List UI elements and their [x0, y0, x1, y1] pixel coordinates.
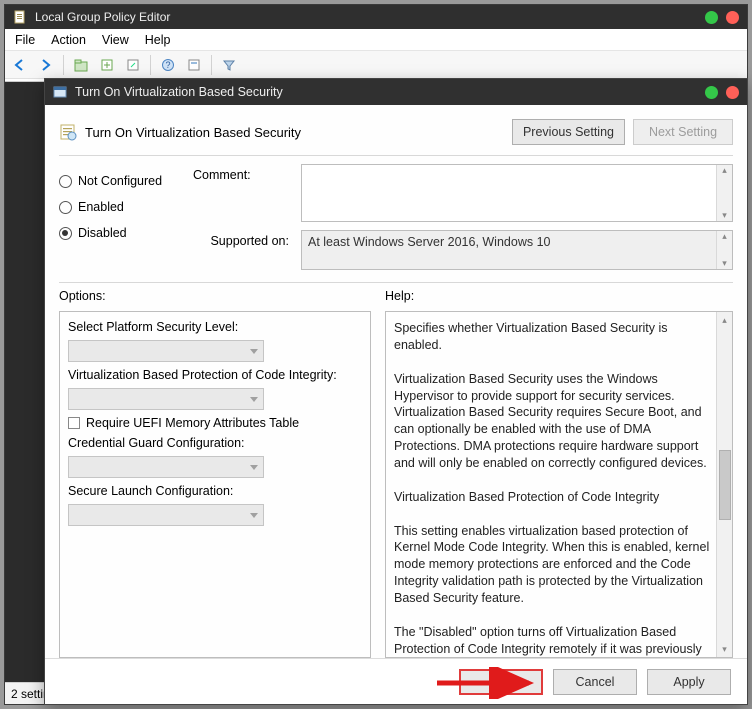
radio-not-configured[interactable]: Not Configured: [59, 168, 179, 194]
parent-toolbar: ?: [5, 51, 747, 79]
tool-refresh-icon[interactable]: [96, 54, 118, 76]
parent-menubar: File Action View Help: [5, 29, 747, 51]
tool-forward-icon[interactable]: [35, 54, 57, 76]
chevron-up-icon[interactable]: ▴: [722, 314, 727, 326]
radio-enabled-label: Enabled: [78, 200, 124, 214]
state-radiogroup: Not Configured Enabled Disabled: [59, 164, 179, 270]
parent-titlebar: Local Group Policy Editor: [5, 5, 747, 29]
opt-vbp-select[interactable]: [68, 388, 264, 410]
dialog-titlebar: Turn On Virtualization Based Security: [45, 79, 747, 105]
radio-enabled[interactable]: Enabled: [59, 194, 179, 220]
opt-credguard-label: Credential Guard Configuration:: [68, 436, 362, 450]
dialog-icon: [53, 85, 67, 99]
dialog-title: Turn On Virtualization Based Security: [75, 85, 283, 99]
supported-on-value: At least Windows Server 2016, Windows 10: [308, 235, 550, 249]
opt-vbp-label: Virtualization Based Protection of Code …: [68, 368, 362, 382]
opt-platform-select[interactable]: [68, 340, 264, 362]
scrollbar-thumb[interactable]: [719, 450, 731, 520]
help-p3: Virtualization Based Protection of Code …: [394, 489, 710, 506]
dialog-footer: OK Cancel Apply: [45, 658, 747, 704]
policy-dialog: Turn On Virtualization Based Security Tu…: [44, 78, 748, 705]
dialog-close-icon[interactable]: [726, 86, 739, 99]
radio-not-configured-label: Not Configured: [78, 174, 162, 188]
tool-help-icon[interactable]: ?: [157, 54, 179, 76]
svg-text:?: ?: [165, 60, 170, 70]
ok-button[interactable]: OK: [459, 669, 543, 695]
opt-uefi-checkbox[interactable]: Require UEFI Memory Attributes Table: [68, 416, 362, 430]
policy-heading-icon: [59, 123, 77, 141]
next-setting-button: Next Setting: [633, 119, 733, 145]
menu-file[interactable]: File: [15, 33, 35, 47]
cancel-button[interactable]: Cancel: [553, 669, 637, 695]
tool-export-icon[interactable]: [122, 54, 144, 76]
policy-heading: Turn On Virtualization Based Security: [85, 125, 301, 140]
opt-credguard-select[interactable]: [68, 456, 264, 478]
options-panel: Select Platform Security Level: Virtuali…: [59, 311, 371, 658]
chevron-down-icon[interactable]: ▾: [722, 643, 727, 655]
comment-scrollbar[interactable]: ▴▾: [716, 165, 732, 221]
help-p4: This setting enables virtualization base…: [394, 523, 710, 607]
checkbox-icon: [68, 417, 80, 429]
menu-view[interactable]: View: [102, 33, 129, 47]
comment-textarea[interactable]: ▴▾: [301, 164, 733, 222]
help-panel: Specifies whether Virtualization Based S…: [385, 311, 733, 658]
supported-on-box: At least Windows Server 2016, Windows 10…: [301, 230, 733, 270]
window-close-icon[interactable]: [726, 11, 739, 24]
help-header: Help:: [385, 289, 733, 303]
tool-back-icon[interactable]: [9, 54, 31, 76]
tool-up-icon[interactable]: [70, 54, 92, 76]
window-maximize-icon[interactable]: [705, 11, 718, 24]
opt-securelaunch-select[interactable]: [68, 504, 264, 526]
supported-label: Supported on:: [193, 230, 289, 270]
supported-scrollbar[interactable]: ▴▾: [716, 231, 732, 269]
opt-securelaunch-label: Secure Launch Configuration:: [68, 484, 362, 498]
opt-uefi-label: Require UEFI Memory Attributes Table: [86, 416, 299, 430]
menu-action[interactable]: Action: [51, 33, 86, 47]
gpedit-icon: [13, 10, 27, 24]
options-header: Options:: [59, 289, 385, 303]
help-scrollbar[interactable]: ▴ ▾: [716, 312, 732, 657]
comment-label: Comment:: [193, 164, 289, 182]
help-p1: Specifies whether Virtualization Based S…: [394, 320, 710, 354]
radio-disabled[interactable]: Disabled: [59, 220, 179, 246]
dialog-maximize-icon[interactable]: [705, 86, 718, 99]
opt-platform-label: Select Platform Security Level:: [68, 320, 362, 334]
help-p2: Virtualization Based Security uses the W…: [394, 371, 710, 472]
parent-title: Local Group Policy Editor: [35, 10, 170, 24]
radio-disabled-label: Disabled: [78, 226, 127, 240]
tool-properties-icon[interactable]: [183, 54, 205, 76]
tool-filter-icon[interactable]: [218, 54, 240, 76]
previous-setting-button[interactable]: Previous Setting: [512, 119, 625, 145]
apply-button[interactable]: Apply: [647, 669, 731, 695]
menu-help[interactable]: Help: [145, 33, 171, 47]
help-p5: The "Disabled" option turns off Virtuali…: [394, 624, 710, 658]
